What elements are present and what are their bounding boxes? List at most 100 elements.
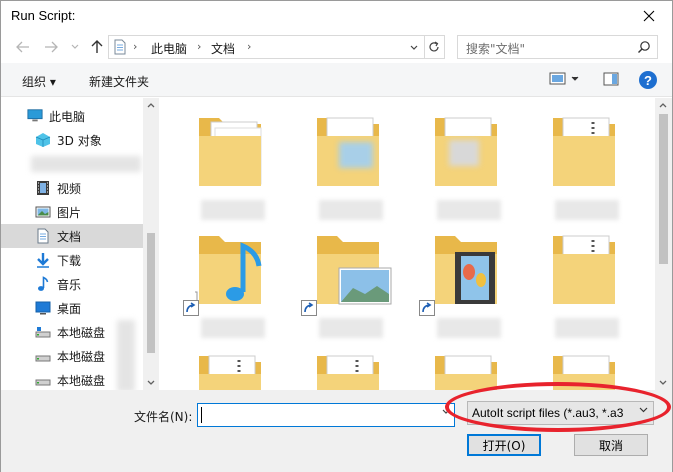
sidebar-item-this-pc[interactable]: 此电脑 [1,104,143,128]
file-name-redacted [555,318,619,338]
arrow-right-icon [45,41,58,53]
sidebar-item-desktop[interactable]: 桌面 [1,296,143,320]
folder-icon [317,355,379,390]
breadcrumb-separator: › [247,40,252,53]
sidebar-item-label: 本地磁盘 [57,325,106,340]
folder-icon [553,117,615,186]
folder-tile[interactable] [313,110,403,222]
scroll-up-icon[interactable] [147,102,155,108]
arrow-up-icon [91,40,103,53]
content-scroll-thumb[interactable] [659,114,668,264]
folder-icon [435,355,497,390]
file-name-redacted [555,200,619,220]
file-name-redacted [319,200,383,220]
folder-icon [435,117,497,186]
scroll-down-icon[interactable] [147,380,155,386]
help-icon: ? [644,72,652,88]
sidebar-item-label: 3D 对象 [57,133,102,148]
arrow-left-icon [16,41,29,53]
file-list-view [159,98,655,390]
help-button[interactable]: ? [639,71,657,89]
scroll-down-icon[interactable] [659,380,667,386]
forward-button[interactable] [41,37,61,57]
file-name-redacted [201,318,265,338]
folder-tile-videos[interactable] [419,228,521,340]
documents-icon [37,228,49,244]
sidebar-item-blurred[interactable] [1,152,143,176]
view-icon [549,72,579,85]
folder-icon [199,355,261,390]
file-name-redacted [437,200,501,220]
title-bar: Run Script: [1,1,672,31]
preview-pane-button[interactable] [603,72,619,89]
blurred-icon [31,156,141,172]
sidebar-item-3d-objects[interactable]: 3D 对象 [1,128,143,152]
shortcut-arrow-icon [419,300,435,316]
sidebar-item-downloads[interactable]: 下载 [1,248,143,272]
shortcut-arrow-icon [183,300,199,316]
music-folder-icon [180,236,262,309]
folder-tile[interactable] [195,348,285,390]
cancel-button[interactable]: 取消 [574,434,648,456]
music-icon [38,276,49,291]
sidebar-item-label: 本地磁盘 [57,373,106,388]
annotation-highlight-ellipse [445,382,671,432]
breadcrumb-documents[interactable]: 文档 [211,40,235,57]
folder-tile[interactable] [195,110,285,222]
search-input[interactable]: 搜索"文档" [457,35,658,59]
sidebar-item-label: 音乐 [57,277,82,292]
sidebar-item-label: 下载 [57,253,82,268]
folder-tile[interactable] [431,110,521,222]
view-options-button[interactable] [549,72,579,89]
shortcut-arrow-icon [301,300,317,316]
desktop-icon [35,301,51,315]
folder-icon [553,235,615,304]
breadcrumb-this-pc[interactable]: 此电脑 [151,40,187,57]
sidebar-scroll-thumb[interactable] [147,233,155,353]
chevron-down-icon [71,44,79,49]
file-name-redacted [201,200,265,220]
folder-tile[interactable] [549,228,639,340]
open-button[interactable]: 打开(O) [467,434,541,456]
document-icon [114,39,126,55]
folder-tile[interactable] [313,348,403,390]
folder-tile[interactable] [549,110,639,222]
back-button[interactable] [13,37,33,57]
filename-input[interactable] [197,403,455,427]
search-placeholder: 搜索"文档" [466,42,526,56]
address-bar[interactable]: › 此电脑 › 文档 › [108,35,425,59]
recent-dropdown-button[interactable] [65,37,85,57]
scroll-up-icon[interactable] [659,102,667,108]
run-script-dialog: Run Script: › 此电脑 › 文档 › 搜索"文档" 组织 ▾ 新建文… [0,0,673,472]
refresh-icon [429,41,439,52]
sidebar-item-videos[interactable]: 视频 [1,176,143,200]
text-caret [201,407,202,423]
refresh-button[interactable] [424,35,445,59]
video-icon [37,181,49,195]
up-button[interactable] [87,37,107,57]
command-bar: 组织 ▾ 新建文件夹 ? [1,63,672,97]
breadcrumb-separator: › [197,40,202,53]
sidebar-item-label: 桌面 [57,301,82,316]
sidebar-item-label: 文档 [57,229,82,244]
sidebar-item-music[interactable]: 音乐 [1,272,143,296]
folder-tile-pictures[interactable] [301,228,403,340]
chevron-down-icon[interactable] [410,45,418,51]
content-scrollbar[interactable] [655,98,672,390]
download-icon [37,253,49,268]
sidebar-item-pictures[interactable]: 图片 [1,200,143,224]
sidebar-item-documents[interactable]: 文档 [1,224,143,248]
pictures-icon [35,206,51,218]
file-name-redacted [319,318,383,338]
folder-icon [199,118,262,186]
new-folder-button[interactable]: 新建文件夹 [89,73,149,90]
folder-icon [317,117,379,186]
sidebar-scrollbar[interactable] [143,98,159,390]
close-button[interactable] [626,1,672,31]
sidebar-item-label: 图片 [57,205,82,220]
folder-tile-music[interactable] [180,228,285,340]
organize-menu[interactable]: 组织 ▾ [22,73,56,90]
filename-label: 文件名(N): [134,410,193,424]
preview-pane-icon [603,72,619,86]
sidebar-item-label: 视频 [57,181,82,196]
